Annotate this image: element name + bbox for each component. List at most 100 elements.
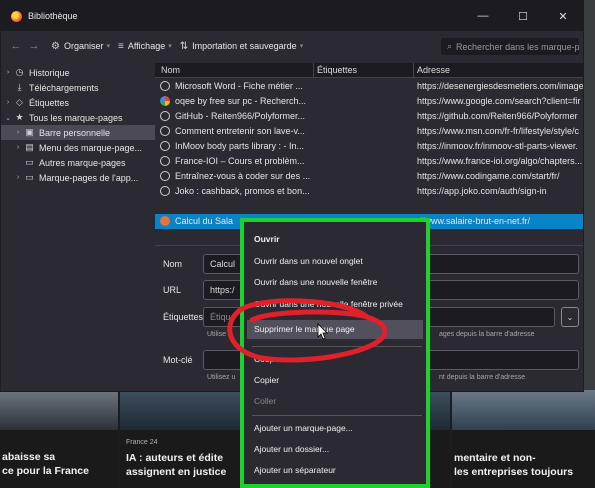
bookmark-url: https://www.france-ioi.org/algo/chapters… [417,156,583,166]
news-title[interactable]: IA : auteurs et édite [126,451,223,465]
bookmark-url: https://desenergiesdesmetiers.com/image [417,81,584,91]
tag-icon: ◇ [16,97,23,107]
tags-label: Étiquettes [163,312,204,322]
table-row[interactable]: InMoov body parts library : - In... http… [155,139,583,154]
news-title[interactable]: ce pour la France [2,464,89,478]
close-button[interactable]: ✕ [543,1,583,31]
table-row[interactable]: France-IOI – Cours et problèm... https:/… [155,154,583,169]
sidebar-item-historique[interactable]: › ◷ Historique [1,65,155,80]
chevron-right-icon[interactable]: › [13,129,23,136]
menu-item-paste: Coller [254,396,277,406]
chevron-right-icon[interactable]: › [13,174,23,181]
sidebar-item-label: Téléchargements [29,82,99,93]
search-input[interactable]: ⌕ Rechercher dans les marque-p [441,38,579,55]
sidebar-item-all-bookmarks[interactable]: ⌄ ★ Tous les marque-pages [1,110,155,125]
bookmark-name: Microsoft Word - Fiche métier ... [175,81,303,91]
table-row[interactable]: GitHub - Reiten966/Polyformer... https:/… [155,109,583,124]
bookmark-name: GitHub - Reiten966/Polyformer... [175,111,306,121]
download-icon: ⤓ [17,82,22,92]
menu-item-open[interactable]: Ouvrir [254,234,280,244]
column-header-name[interactable]: Nom [161,65,180,75]
sidebar-item-label: Historique [29,67,70,78]
news-title[interactable]: les entreprises toujours [454,465,573,479]
news-title[interactable]: mentaire et non- [454,451,536,465]
list-icon: ≡ [118,40,124,52]
globe-icon [160,171,170,181]
menu-item-open-new-tab[interactable]: Ouvrir dans un nouvel onglet [254,256,363,266]
table-header: Nom Étiquettes Adresse [155,63,583,78]
sort-arrows-icon: ⇅ [179,40,189,52]
maximize-button[interactable]: ☐ [503,1,543,31]
bookmark-favicon-icon [160,216,170,226]
bookmark-url: https://www.msn.com/fr-fr/lifestyle/styl… [417,126,580,136]
minimize-button[interactable]: — [463,1,503,31]
menu-icon: ▤ [25,142,34,152]
globe-icon [160,81,170,91]
column-header-tags[interactable]: Étiquettes [317,65,357,75]
bookmark-url: https://www.google.com/search?client=fir [417,96,581,106]
organize-menu[interactable]: ⚙ Organiser ▾ [51,41,110,52]
sidebar-item-bookmarks-menu[interactable]: › ▤ Menu des marque-page... [1,140,155,155]
import-label: Importation et sauvegarde [192,41,297,51]
menu-item-add-bookmark[interactable]: Ajouter un marque-page... [254,423,353,433]
import-menu[interactable]: ⇅ Importation et sauvegarde ▾ [180,41,303,52]
news-card[interactable]: abaisse sa ce pour la France [0,430,118,488]
context-menu: Ouvrir Ouvrir dans un nouvel onglet Ouvr… [240,218,430,488]
chevron-right-icon[interactable]: › [13,144,23,151]
bookmark-url: https://app.joko.com/auth/sign-in [417,186,547,196]
news-title[interactable]: assignent en justice [126,465,226,479]
back-button[interactable]: ← [7,40,25,52]
sidebar-item-other-bookmarks[interactable]: ▭ Autres marque-pages [1,155,155,170]
menu-item-open-private-window[interactable]: Ouvrir dans une nouvelle fenêtre privée [254,299,403,309]
menu-item-cut[interactable]: Couper [254,354,282,364]
table-row[interactable]: Microsoft Word - Fiche métier ... https:… [155,79,584,94]
table-row[interactable]: oqee by free sur pc - Recherch... https:… [155,94,583,109]
star-icon: ★ [15,112,24,122]
chevron-down-icon: ▾ [168,43,172,50]
sidebar-item-label: Marque-pages de l'app... [39,172,139,183]
menu-item-add-folder[interactable]: Ajouter un dossier... [254,444,329,454]
sidebar-item-etiquettes[interactable]: › ◇ Étiquettes [1,95,155,110]
sidebar-item-label: Étiquettes [29,97,70,108]
globe-icon [160,141,170,151]
tags-dropdown-button[interactable]: ⌄ [561,307,579,327]
menu-separator [252,415,422,416]
column-header-address[interactable]: Adresse [417,65,450,75]
view-label: Affichage [127,41,166,51]
gear-icon: ⚙ [51,40,60,52]
sidebar-item-app-bookmarks[interactable]: › ▭ Marque-pages de l'app... [1,170,155,185]
menu-item-open-new-window[interactable]: Ouvrir dans une nouvelle fenêtre [254,277,377,287]
chevron-down-icon[interactable]: ⌄ [3,114,13,122]
menu-item-delete-bookmark[interactable]: Supprimer le marque page [247,320,423,339]
name-label: Nom [163,259,183,269]
folder-icon: ▭ [25,172,34,182]
sidebar-item-bookmarks-toolbar[interactable]: › ▣ Barre personnelle [1,125,155,140]
chevron-right-icon[interactable]: › [3,69,13,76]
forward-button[interactable]: → [25,40,43,52]
bookmark-name: Joko : cashback, promos et bon... [175,186,310,196]
news-title[interactable]: abaisse sa [2,450,55,464]
bookmark-name: Comment entretenir son lave-v... [175,126,305,136]
chevron-right-icon[interactable]: › [3,99,13,106]
view-menu[interactable]: ≡ Affichage ▾ [118,41,172,52]
table-row[interactable]: Joko : cashback, promos et bon... https:… [155,184,583,199]
news-card[interactable]: mentaire et non- les entreprises toujour… [452,430,595,488]
menu-item-add-separator[interactable]: Ajouter un séparateur [254,465,336,475]
bookmark-name: InMoov body parts library : - In... [175,141,305,151]
sidebar-tree: › ◷ Historique ⤓ Téléchargements › ◇ Éti… [1,63,155,391]
title-bar[interactable]: Bibliothèque — ☐ ✕ [1,1,583,31]
news-image [452,390,595,430]
bookmark-url: https://inmoov.fr/inmoov-stl-parts-viewe… [417,141,578,151]
search-placeholder: Rechercher dans les marque-p [456,41,579,52]
table-row[interactable]: Entraînez-vous à coder sur des ... https… [155,169,583,184]
chevron-down-icon: ▾ [299,43,304,50]
bookmark-name: France-IOI – Cours et problèm... [175,156,305,166]
google-icon [160,96,170,106]
organize-label: Organiser [63,41,104,51]
window-title: Bibliothèque [28,11,78,21]
table-row[interactable]: Comment entretenir son lave-v... https:/… [155,124,583,139]
sidebar-item-telechargements[interactable]: ⤓ Téléchargements [1,80,155,95]
library-toolbar: ← → ⚙ Organiser ▾ ≡ Affichage ▾ ⇅ Import… [1,31,583,61]
bookmark-name: Calcul du Sala [175,216,234,226]
menu-item-copy[interactable]: Copier [254,375,279,385]
